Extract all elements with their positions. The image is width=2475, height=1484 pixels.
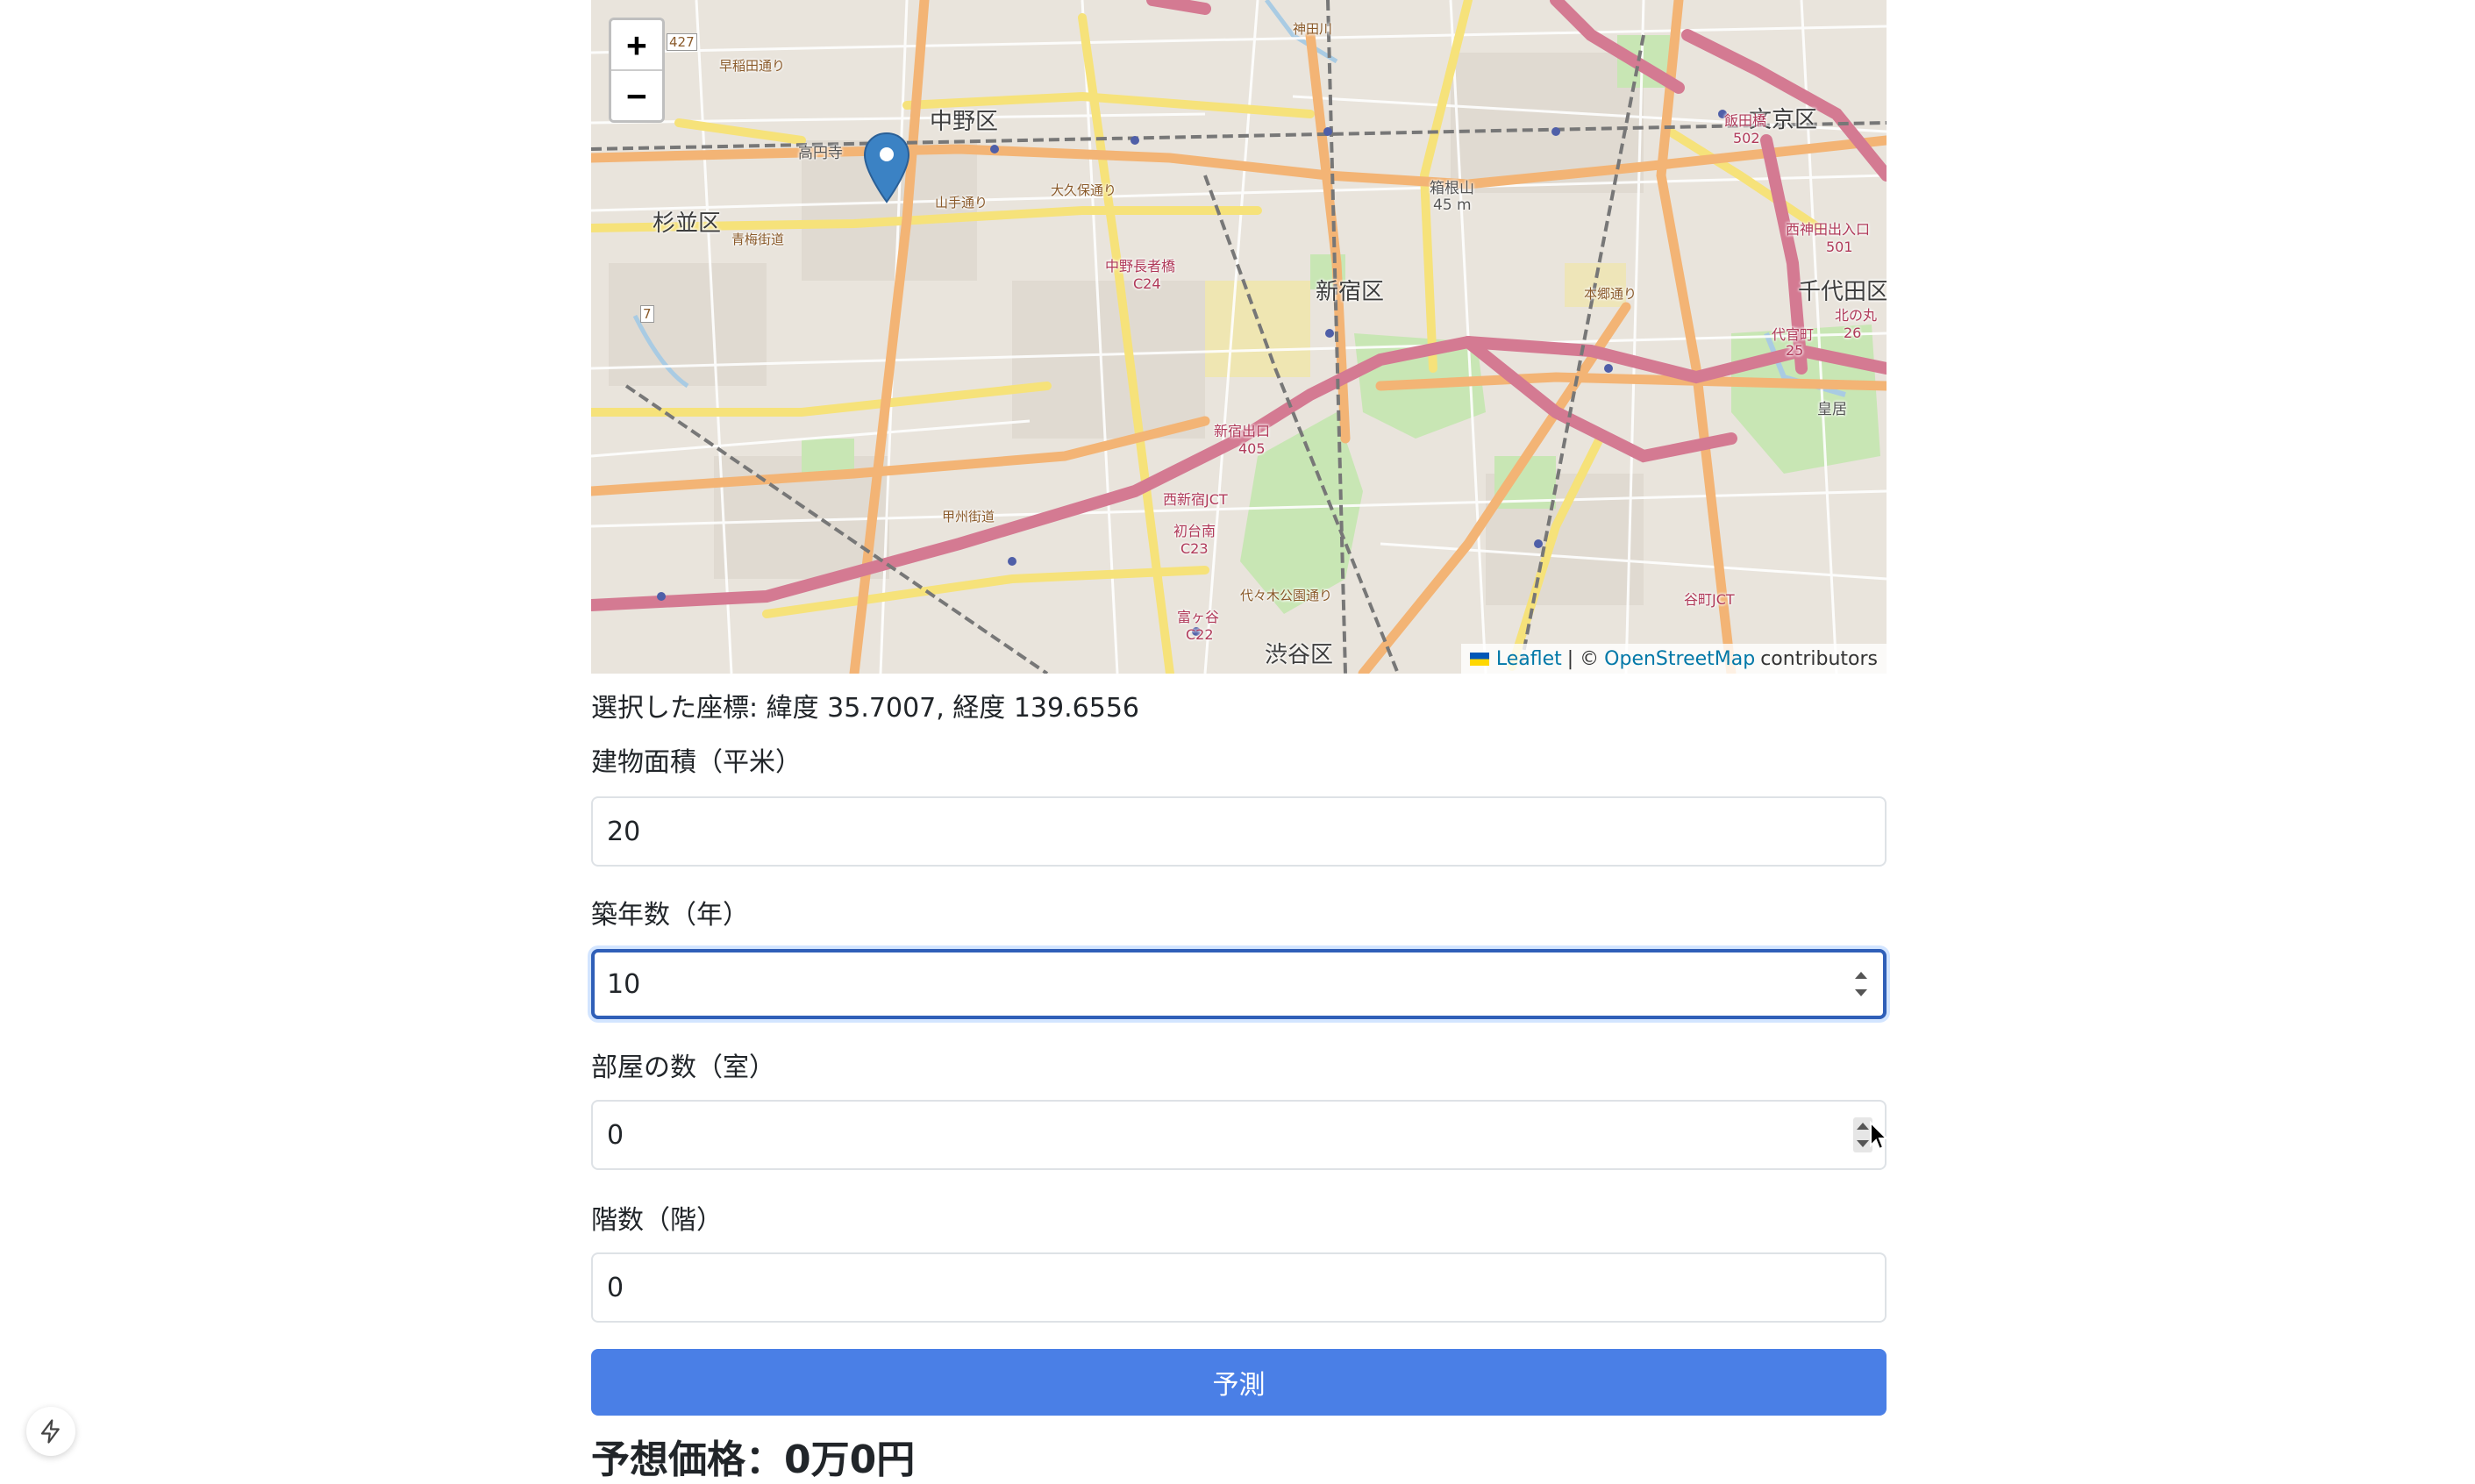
attribution-contributors: contributors (1760, 647, 1878, 670)
osm-link[interactable]: OpenStreetMap (1604, 648, 1755, 670)
map-label-nishi-shinjuku-jct: 西新宿JCT (1163, 491, 1228, 508)
map-label-kokyo: 皇居 (1817, 401, 1847, 418)
map-label-nakano-chojabashi: 中野長者橋 (1105, 258, 1176, 275)
area-value: 20 (607, 816, 641, 847)
map-label-yoyogi-park: 代々木公園通り (1240, 588, 1333, 603)
map-label-r427: 427 (667, 33, 697, 51)
floors-input[interactable]: 0 (591, 1252, 1887, 1323)
map-label-nishikanda-exit: 西神田出入口 (1786, 221, 1871, 238)
ukraine-flag-icon (1469, 652, 1489, 666)
map-label-koshu-kaido: 甲州街道 (942, 509, 995, 524)
map-label-daikancho: 代官町 (1772, 326, 1815, 343)
map-label-kitanomaru: 北の丸 (1835, 307, 1878, 324)
map-label-ome-kaido: 青梅街道 (731, 232, 785, 247)
zoom-in-button[interactable]: + (611, 20, 662, 69)
age-input[interactable]: 10 (591, 949, 1887, 1019)
stepper-down-icon[interactable] (1857, 1140, 1869, 1147)
map-label-r502: 502 (1733, 130, 1760, 146)
map-pin-icon[interactable] (863, 132, 910, 203)
stepper-down-icon[interactable] (1855, 989, 1867, 996)
map-label-r501: 501 (1826, 239, 1853, 255)
predict-button[interactable]: 予測 (591, 1349, 1887, 1416)
predicted-price: 予想価格：0万0円 (591, 1438, 916, 1482)
map-label-nakano: 中野区 (930, 109, 999, 135)
map-label-suginami: 杉並区 (653, 210, 722, 237)
map-label-r25: 25 (1786, 342, 1804, 359)
stepper-up-icon[interactable] (1855, 972, 1867, 979)
map-label-shibuya: 渋谷区 (1265, 642, 1334, 668)
map-label-hakoneyama-height: 45 m (1433, 196, 1472, 214)
map-label-tanimachi-jct: 谷町JCT (1684, 591, 1735, 608)
age-value: 10 (607, 968, 641, 1000)
map-label-kanda-river: 神田川 (1293, 21, 1333, 37)
stepper-up-icon[interactable] (1857, 1123, 1869, 1130)
lightning-bolt-button[interactable] (26, 1407, 75, 1456)
map-attribution: Leaflet | © OpenStreetMap contributors (1460, 644, 1887, 674)
rooms-input[interactable]: 0 (591, 1100, 1889, 1170)
map[interactable]: 中野区 杉並区 新宿区 文京区 千代田区 渋谷区 高円寺 箱根山 45 m 中野… (591, 0, 1887, 674)
rooms-value: 0 (607, 1119, 624, 1151)
map-label-yamate-dori: 山手通り (935, 195, 988, 210)
attribution-separator: | © (1566, 647, 1600, 670)
map-label-shinjuku-exit: 新宿出口 (1214, 423, 1271, 439)
map-label-r405: 405 (1238, 440, 1266, 457)
map-label-r26: 26 (1844, 325, 1862, 341)
mouse-pointer-icon (1870, 1121, 1889, 1151)
map-tiles (591, 0, 1887, 674)
map-label-chiyoda: 千代田区 (1798, 279, 1887, 305)
floors-label: 階数（階） (591, 1205, 723, 1236)
zoom-out-button[interactable]: − (611, 69, 662, 120)
leaflet-link[interactable]: Leaflet (1496, 648, 1562, 670)
zoom-control: + − (609, 18, 665, 123)
map-label-c22: C22 (1186, 626, 1214, 643)
map-label-waseda-dori: 早稲田通り (719, 58, 786, 74)
main-container: 中野区 杉並区 新宿区 文京区 千代田区 渋谷区 高円寺 箱根山 45 m 中野… (591, 0, 1889, 1482)
map-label-c24: C24 (1133, 275, 1161, 292)
area-label: 建物面積（平米） (591, 747, 802, 778)
map-label-tomigaya: 富ヶ谷 (1177, 609, 1220, 625)
age-stepper[interactable] (1851, 967, 1871, 1002)
area-input[interactable]: 20 (591, 796, 1887, 867)
map-label-okubo-dori: 大久保通り (1051, 182, 1117, 198)
map-label-r7: 7 (640, 305, 654, 323)
map-label-hongo-dori: 本郷通り (1584, 286, 1637, 302)
map-label-koenji: 高円寺 (798, 145, 843, 162)
selected-coordinates: 選択した座標: 緯度 35.7007, 経度 139.6556 (591, 693, 1139, 724)
map-label-hakoneyama: 箱根山 (1430, 180, 1474, 197)
map-label-hatsudai-minami: 初台南 (1173, 523, 1216, 539)
lightning-bolt-icon (40, 1419, 60, 1444)
floors-value: 0 (607, 1272, 624, 1303)
map-label-iidabashi: 飯田橋 (1724, 112, 1767, 129)
map-label-shinjuku: 新宿区 (1316, 279, 1385, 305)
rooms-label: 部屋の数（室） (591, 1052, 775, 1083)
map-label-c23: C23 (1180, 540, 1209, 557)
age-label: 築年数（年） (591, 900, 749, 931)
